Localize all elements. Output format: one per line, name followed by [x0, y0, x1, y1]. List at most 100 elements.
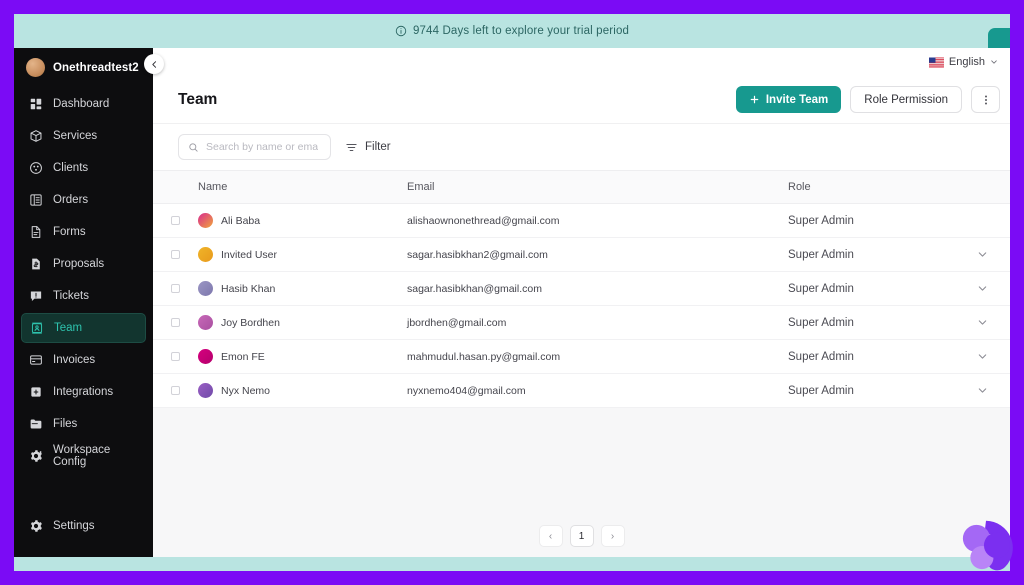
- info-circle-icon: [395, 25, 407, 37]
- pagination-prev[interactable]: ‹: [538, 525, 563, 547]
- sidebar-collapse-button[interactable]: [144, 54, 164, 74]
- row-checkbox[interactable]: [171, 352, 180, 361]
- invite-team-button[interactable]: Invite Team: [735, 86, 842, 113]
- workspace-switcher[interactable]: Onethreadtest2: [14, 48, 153, 87]
- sidebar-item-settings[interactable]: Settings: [21, 511, 146, 541]
- member-role: Super Admin: [788, 350, 854, 363]
- row-checkbox-cell: [153, 386, 198, 395]
- member-name-cell: Invited User: [198, 247, 407, 262]
- search-input[interactable]: [206, 141, 318, 153]
- chevron-down-icon: [991, 60, 997, 64]
- member-name-cell: Ali Baba: [198, 213, 407, 228]
- row-checkbox[interactable]: [171, 284, 180, 293]
- trial-banner-text: 9744 Days left to explore your trial per…: [412, 25, 630, 37]
- sidebar-nav: Dashboard Services Clients Orders Forms …: [14, 89, 153, 471]
- sidebar-item-team[interactable]: Team: [21, 313, 146, 343]
- chevron-down-icon[interactable]: [977, 283, 988, 294]
- member-name-cell: Joy Bordhen: [198, 315, 407, 330]
- member-name: Ali Baba: [221, 214, 261, 227]
- team-table: Name Email Role Ali Baba alishaownonethre…: [153, 170, 1010, 408]
- sidebar-item-clients[interactable]: Clients: [21, 153, 146, 183]
- gear-config-icon: [30, 450, 42, 462]
- page-header: Team Invite Team Role Permission: [153, 76, 1010, 124]
- search-box[interactable]: [178, 134, 331, 160]
- sidebar-item-label: Invoices: [53, 354, 96, 366]
- sidebar-item-integrations[interactable]: Integrations: [21, 377, 146, 407]
- table-row[interactable]: Emon FE mahmudul.hasan.py@gmail.com Super …: [153, 340, 1010, 374]
- forms-document-icon: [31, 226, 41, 238]
- member-role: Super Admin: [788, 316, 854, 329]
- row-checkbox[interactable]: [171, 318, 180, 327]
- chat-bubble-widget[interactable]: [952, 514, 1020, 582]
- role-permission-button[interactable]: Role Permission: [850, 86, 962, 113]
- table-row[interactable]: Joy Bordhen jbordhen@gmail.com Super Admin: [153, 306, 1010, 340]
- sidebar-item-label: Services: [53, 130, 98, 142]
- row-actions-cell: [955, 317, 1010, 328]
- pagination-page-1[interactable]: 1: [569, 525, 594, 547]
- row-checkbox[interactable]: [171, 250, 180, 259]
- language-selector[interactable]: English: [928, 56, 998, 68]
- page-title: Team: [178, 90, 218, 108]
- sidebar-item-label: Forms: [53, 226, 86, 238]
- sidebar-item-orders[interactable]: Orders: [21, 185, 146, 215]
- gear-icon: [30, 520, 42, 532]
- chevron-down-icon[interactable]: [977, 249, 988, 260]
- us-flag-icon: [928, 57, 944, 67]
- workspace-avatar: [26, 58, 45, 77]
- row-actions-cell: [955, 351, 1010, 362]
- orders-icon: [30, 194, 42, 206]
- top-bar: English: [153, 48, 1010, 76]
- row-checkbox[interactable]: [171, 386, 180, 395]
- column-header-name: Name: [198, 181, 228, 193]
- more-options-button[interactable]: [971, 86, 1000, 113]
- bottom-strip: [14, 557, 1010, 571]
- chevron-left-icon: [151, 60, 156, 68]
- sidebar-item-forms[interactable]: Forms: [21, 217, 146, 247]
- chevron-down-icon[interactable]: [977, 351, 988, 362]
- member-email: nyxnemo404@gmail.com: [407, 384, 526, 397]
- row-checkbox[interactable]: [171, 216, 180, 225]
- chevron-down-icon[interactable]: [977, 317, 988, 328]
- header-actions: Invite Team Role Permission: [735, 86, 1000, 113]
- sidebar-item-dashboard[interactable]: Dashboard: [21, 89, 146, 119]
- sidebar-item-invoices[interactable]: Invoices: [21, 345, 146, 375]
- role-permission-label: Role Permission: [864, 93, 948, 106]
- row-checkbox-cell: [153, 216, 198, 225]
- table-row[interactable]: Hasib Khan sagar.hasibkhan@gmail.com Super…: [153, 272, 1010, 306]
- sidebar-item-label: Workspace Config: [53, 444, 111, 468]
- sidebar-item-label: Tickets: [53, 290, 89, 302]
- table-row[interactable]: Nyx Nemo nyxnemo404@gmail.com Super Admin: [153, 374, 1010, 408]
- member-name-cell: Hasib Khan: [198, 281, 407, 296]
- sidebar-item-tickets[interactable]: Tickets: [21, 281, 146, 311]
- sidebar-item-label: Integrations: [53, 386, 114, 398]
- avatar: [198, 213, 213, 228]
- trial-banner: 9744 Days left to explore your trial per…: [14, 14, 1010, 48]
- tickets-icon: [30, 291, 42, 302]
- member-email: alishaownonethread@gmail.com: [407, 214, 560, 227]
- member-email: jbordhen@gmail.com: [407, 316, 507, 329]
- sidebar-item-label: Orders: [53, 194, 89, 206]
- member-role: Super Admin: [788, 214, 854, 227]
- team-icon: [31, 322, 43, 334]
- sidebar-item-files[interactable]: Files: [21, 409, 146, 439]
- sidebar-item-workspace-config[interactable]: Workspace Config: [21, 441, 146, 471]
- sidebar-item-label: Settings: [53, 520, 95, 532]
- search-icon: [189, 142, 198, 152]
- dashboard-icon: [30, 98, 42, 110]
- pagination-next[interactable]: ›: [600, 525, 625, 547]
- table-header-row: Name Email Role: [153, 170, 1010, 204]
- table-row[interactable]: Invited User sagar.hasibkhan2@gmail.com Su…: [153, 238, 1010, 272]
- sidebar-item-services[interactable]: Services: [21, 121, 146, 151]
- member-name-cell: Nyx Nemo: [198, 383, 407, 398]
- avatar: [198, 315, 213, 330]
- sidebar-item-proposals[interactable]: Proposals: [21, 249, 146, 279]
- filter-button[interactable]: Filter: [345, 141, 391, 154]
- more-options-icon: [984, 95, 987, 104]
- member-name: Nyx Nemo: [221, 384, 271, 397]
- member-name: Hasib Khan: [221, 282, 276, 295]
- member-role: Super Admin: [788, 282, 854, 295]
- chevron-down-icon[interactable]: [977, 385, 988, 396]
- member-name: Joy Bordhen: [221, 316, 280, 329]
- row-checkbox-cell: [153, 352, 198, 361]
- table-row[interactable]: Ali Baba alishaownonethread@gmail.com Supe…: [153, 204, 1010, 238]
